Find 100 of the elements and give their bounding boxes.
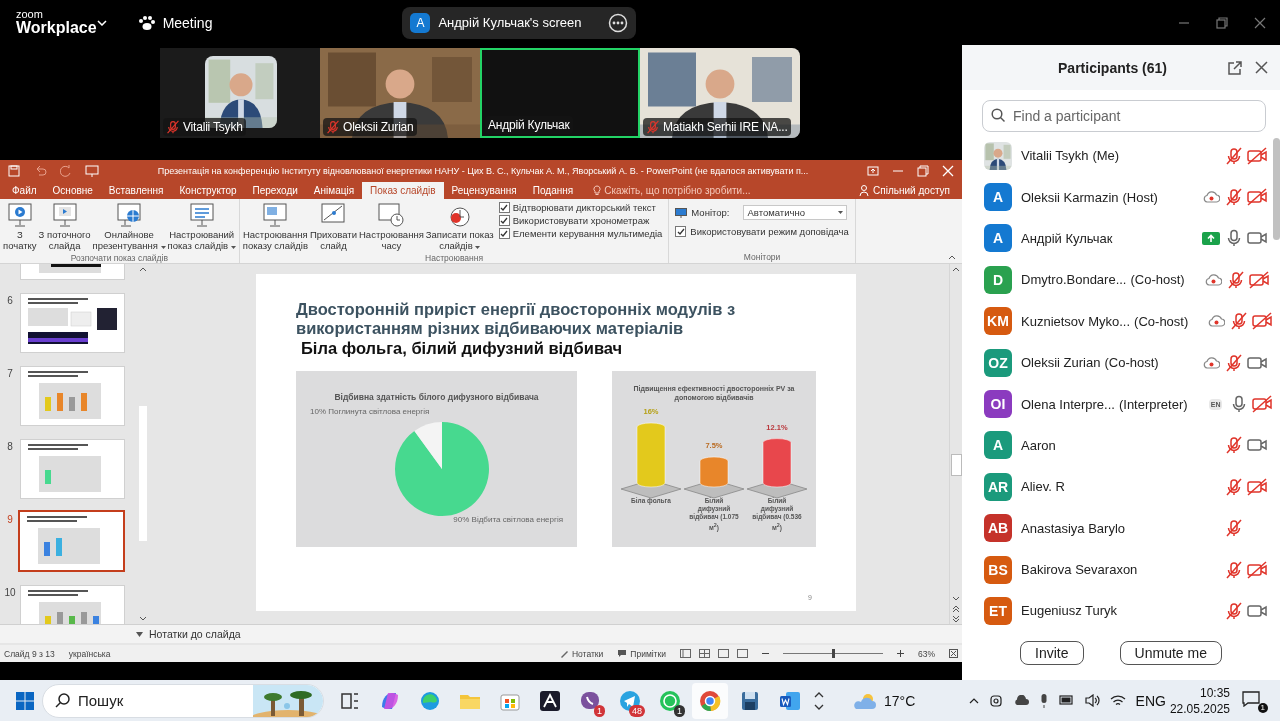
ribbon-tab[interactable]: Конструктор xyxy=(171,181,245,200)
person-icon xyxy=(859,185,870,197)
invite-button[interactable]: Invite xyxy=(1020,640,1084,665)
caret-icon[interactable] xyxy=(136,631,143,637)
video-tile[interactable]: Oleksii Zurian xyxy=(320,48,480,138)
microphone-icon[interactable] xyxy=(1038,693,1049,708)
ribbon-tab[interactable]: Вставлення xyxy=(100,181,172,200)
avatar: A xyxy=(984,183,1012,212)
previous-slide-icon[interactable] xyxy=(951,604,961,615)
wifi-icon[interactable] xyxy=(1109,694,1126,707)
next-slide-icon[interactable] xyxy=(951,614,961,625)
search-field[interactable]: Пошук xyxy=(42,683,324,718)
ribbon-button[interactable]: Онлайнове презентування xyxy=(91,199,167,254)
participant-row[interactable]: A Aaron xyxy=(962,424,1273,467)
scrollbar-thumb[interactable] xyxy=(950,454,962,477)
participant-row[interactable]: Vitalii Tsykh (Me) xyxy=(962,135,1273,177)
participant-row[interactable]: BS Bakirova Sevaraxon xyxy=(962,548,1273,591)
participant-row[interactable]: AR Aliev. R xyxy=(962,466,1273,508)
notification-button[interactable]: 1 xyxy=(1242,688,1268,713)
ribbon-button[interactable]: Настроюваний показ слайдів xyxy=(166,199,237,254)
cloud-icon[interactable] xyxy=(1012,695,1029,706)
participant-row[interactable]: AB Anastasiya Barylo xyxy=(962,507,1273,549)
ribbon-button[interactable]: Настроювання часу xyxy=(358,199,425,254)
taskbar-app[interactable]: 48 xyxy=(612,682,648,719)
ribbon-button[interactable]: Приховати слайд xyxy=(308,199,358,254)
view-slideshow-icon[interactable] xyxy=(737,649,748,659)
unmute-button[interactable]: Unmute me xyxy=(1119,640,1222,665)
restore-icon[interactable] xyxy=(917,164,929,177)
checkbox[interactable] xyxy=(675,226,687,238)
ribbon-tab[interactable]: Рецензування xyxy=(443,181,525,200)
participant-row[interactable]: ET Eugeniusz Turyk xyxy=(962,590,1273,625)
view-reading-icon[interactable] xyxy=(718,649,729,659)
avatar: A xyxy=(984,431,1012,460)
panel-title: Participants (61) xyxy=(1057,59,1168,76)
camera-icon[interactable] xyxy=(988,693,1003,708)
search-field[interactable]: Find a participant xyxy=(982,100,1266,132)
present-icon[interactable] xyxy=(85,164,99,177)
ribbon-tab[interactable]: Переходи xyxy=(244,181,306,200)
avatar: BS xyxy=(984,555,1012,584)
cylinder-bar xyxy=(636,423,666,488)
scrollbar-thumb[interactable] xyxy=(1273,138,1280,240)
ribbon-button[interactable]: З поточного слайда xyxy=(37,199,92,254)
monitor-dropdown[interactable]: Автоматично xyxy=(743,205,848,221)
category-label: Поглинута світлова енергія xyxy=(328,407,430,417)
collapse-ribbon-icon[interactable] xyxy=(948,255,956,261)
chevron-down-icon[interactable] xyxy=(814,703,824,710)
weather-widget[interactable]: 17°C xyxy=(852,691,916,710)
participant-row[interactable]: OZ Oleksii Zurian (Co-host) xyxy=(962,341,1273,384)
restore-icon[interactable] xyxy=(1216,16,1228,29)
participant-name: Aliev. R xyxy=(1021,479,1065,495)
taskbar-app[interactable]: 1 xyxy=(652,682,688,719)
checkbox[interactable] xyxy=(498,215,510,227)
ribbon-button[interactable]: Настроювання показу слайдів xyxy=(241,199,309,254)
chevron-up-icon[interactable] xyxy=(968,697,979,704)
share-button[interactable]: Спільний доступ xyxy=(873,185,950,197)
participant-row[interactable]: D Dmytro.Bondare... (Co-host) xyxy=(962,259,1273,301)
ribbon-tab[interactable]: Основне xyxy=(44,181,101,200)
ribbon-tab[interactable]: Анімація xyxy=(305,181,363,200)
battery-icon[interactable] xyxy=(1058,695,1075,706)
ribbon-tab[interactable]: Подання xyxy=(524,181,582,200)
pop-out-icon[interactable] xyxy=(1227,59,1243,76)
speaker-icon[interactable] xyxy=(1084,694,1100,707)
more-icon[interactable] xyxy=(608,12,629,33)
participant-row[interactable]: A Андрій Кульчак xyxy=(962,217,1273,260)
close-icon[interactable] xyxy=(1255,61,1268,74)
view-normal-icon[interactable] xyxy=(680,649,691,659)
video-tile[interactable]: Matiakh Serhii IRE NA... xyxy=(640,48,800,138)
notes-pane[interactable]: Нотатки до слайда xyxy=(149,628,241,641)
ribbon-button[interactable]: З початку xyxy=(2,199,38,254)
slide-thumbnail[interactable] xyxy=(18,510,125,573)
cylinder-bar xyxy=(762,438,792,488)
video-tile[interactable]: Андрій Кульчак xyxy=(480,48,640,138)
fit-to-window-icon[interactable] xyxy=(949,649,958,659)
participant-name: Андрій Кульчак xyxy=(488,118,570,132)
checkbox[interactable] xyxy=(498,202,510,214)
participant-name: Anastasiya Barylo xyxy=(1021,520,1126,536)
start-icon[interactable] xyxy=(16,691,34,710)
lightbulb-icon xyxy=(593,185,602,197)
close-icon[interactable] xyxy=(1254,16,1266,29)
save-icon[interactable] xyxy=(8,164,20,177)
taskbar-app[interactable]: 1 xyxy=(572,682,608,719)
comments-button[interactable]: Примітки xyxy=(617,648,666,659)
share-indicator[interactable]: A Андрій Кульчак's screen xyxy=(402,6,637,39)
checkbox[interactable] xyxy=(498,228,510,240)
chevron-up-icon[interactable] xyxy=(814,691,824,698)
ribbon-tab[interactable]: Файл xyxy=(4,181,45,200)
language-indicator[interactable]: ENG xyxy=(1135,692,1166,709)
zoom-in-icon[interactable] xyxy=(897,650,904,658)
meeting-menu[interactable]: Meeting xyxy=(162,14,213,31)
notes-button[interactable]: Нотатки xyxy=(559,648,604,659)
presentation-mode-icon[interactable] xyxy=(867,164,879,177)
participant-row[interactable]: KM Kuznietsov Myko... (Co-host) xyxy=(962,300,1273,342)
caret-icon xyxy=(838,211,844,215)
clock[interactable]: 10:35 22.05.2025 xyxy=(1169,684,1230,717)
participant-row[interactable]: A Oleksii Karmazin (Host) xyxy=(962,176,1273,218)
video-tile[interactable]: Vitalii Tsykh xyxy=(160,48,320,138)
view-sorter-icon[interactable] xyxy=(699,649,710,659)
scrollbar-thumb[interactable] xyxy=(139,406,147,542)
tell-me-field[interactable]: Скажіть, що потрібно зробити... xyxy=(604,185,751,197)
ribbon-button[interactable]: Записати показ слайдів xyxy=(424,199,495,254)
